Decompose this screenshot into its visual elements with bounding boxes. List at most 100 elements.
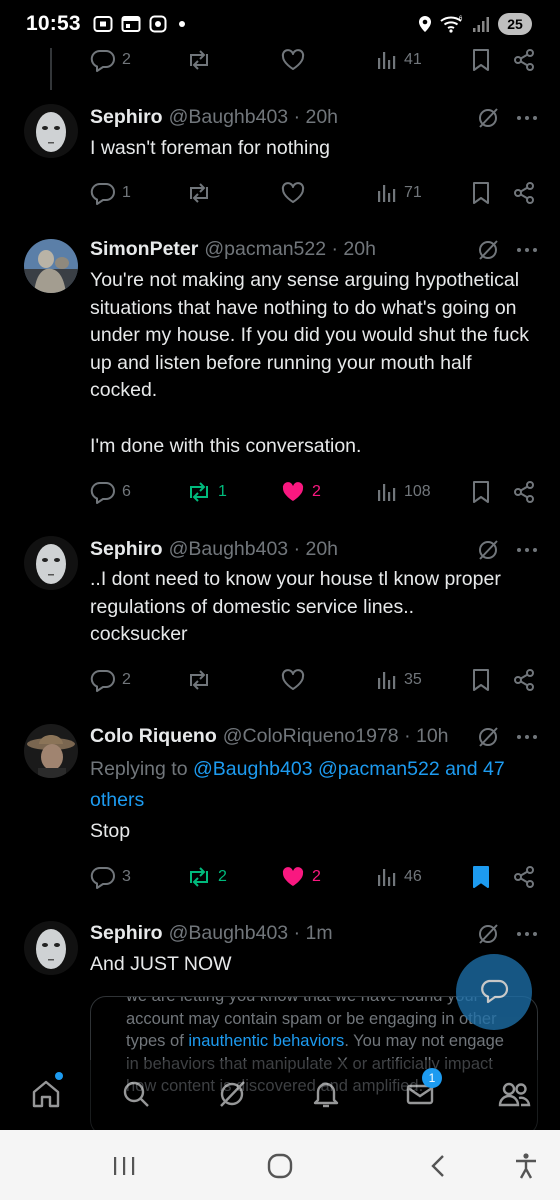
more-icon[interactable] (516, 238, 538, 262)
bookmark-button[interactable] (470, 665, 492, 695)
nav-search[interactable] (116, 1074, 156, 1114)
repost-button[interactable]: 1 (186, 477, 227, 507)
grok-icon[interactable] (476, 725, 500, 749)
author-handle-time[interactable]: @Baughb403 · 20h (169, 106, 338, 129)
views-button[interactable]: 46 (376, 862, 422, 892)
bookmark-button[interactable] (470, 862, 492, 892)
author-handle-time[interactable]: @Baughb403 · 20h (169, 538, 338, 561)
avatar[interactable] (24, 104, 78, 158)
views-button[interactable]: 71 (376, 178, 422, 208)
grok-icon[interactable] (476, 106, 500, 130)
mask-avatar-icon (24, 536, 78, 590)
more-icon[interactable] (516, 538, 538, 562)
tweet-actions: 6 1 2 108 (90, 477, 540, 507)
accessibility-icon (516, 1153, 536, 1179)
reply-count: 3 (122, 868, 131, 885)
author-name[interactable]: SimonPeter (90, 238, 198, 261)
people-icon (498, 1082, 531, 1107)
home-icon (32, 1080, 60, 1108)
like-button[interactable] (280, 178, 306, 208)
tweet-actions: 2 35 (90, 665, 540, 695)
grok-icon[interactable] (476, 238, 500, 262)
status-bar: 10:53 6 25 (0, 0, 560, 48)
bottom-navigation: 1 (0, 1060, 560, 1130)
author-name[interactable]: Colo Riqueno (90, 725, 217, 748)
nav-communities[interactable] (494, 1074, 534, 1114)
accessibility-button[interactable] (508, 1148, 544, 1184)
views-count: 41 (404, 51, 422, 68)
replying-to: Replying to @Baughb403 @pacman522 and 47… (90, 754, 540, 816)
repost-button[interactable]: 2 (186, 862, 227, 892)
reply-button[interactable]: 6 (90, 477, 131, 507)
bookmark-button[interactable] (470, 477, 492, 507)
back-button[interactable] (420, 1148, 456, 1184)
home-system-button[interactable] (262, 1148, 298, 1184)
reply-button[interactable]: 3 (90, 862, 131, 892)
share-button[interactable] (512, 665, 536, 695)
more-icon[interactable] (516, 106, 538, 130)
nav-grok[interactable] (212, 1074, 252, 1114)
reply-count: 6 (122, 483, 131, 500)
author-handle-time[interactable]: @Baughb403 · 1m (169, 922, 333, 945)
views-button[interactable]: 108 (376, 477, 431, 507)
avatar[interactable] (24, 724, 78, 778)
bookmark-button[interactable] (470, 178, 492, 208)
share-button[interactable] (512, 45, 536, 75)
compose-button[interactable] (456, 954, 532, 1030)
like-count: 2 (312, 483, 321, 500)
grok-icon[interactable] (476, 922, 500, 946)
like-button[interactable]: 2 (280, 862, 321, 892)
tweet-tools (476, 538, 538, 562)
reply-button[interactable]: 2 (90, 45, 131, 75)
app-icon (149, 15, 167, 33)
status-dot-icon (178, 21, 185, 27)
reply-count: 2 (122, 671, 131, 688)
tweet-text: ..I dont need to know your house tl know… (90, 568, 501, 646)
repost-button[interactable] (186, 665, 212, 695)
avatar[interactable] (24, 536, 78, 590)
more-icon[interactable] (516, 725, 538, 749)
avatar[interactable] (24, 921, 78, 975)
like-button[interactable] (280, 665, 306, 695)
nav-home[interactable] (26, 1074, 66, 1114)
status-right-icons: 6 25 (418, 13, 532, 35)
bookmark-icon (473, 866, 489, 888)
like-icon (281, 182, 305, 203)
recents-icon (114, 1157, 135, 1175)
grok-icon[interactable] (476, 538, 500, 562)
repost-button[interactable] (186, 178, 212, 208)
more-icon[interactable] (516, 922, 538, 946)
author-name[interactable]: Sephiro (90, 106, 163, 129)
bookmark-button[interactable] (470, 45, 492, 75)
calendar-icon (121, 16, 141, 32)
share-button[interactable] (512, 862, 536, 892)
avatar[interactable] (24, 239, 78, 293)
like-button[interactable] (280, 45, 306, 75)
repost-icon (190, 867, 208, 887)
reply-icon (90, 481, 115, 504)
like-button[interactable]: 2 (280, 477, 321, 507)
views-count: 108 (404, 483, 431, 500)
nav-notifications[interactable] (306, 1074, 346, 1114)
views-icon (378, 52, 396, 69)
views-button[interactable]: 35 (376, 665, 422, 695)
author-name[interactable]: Sephiro (90, 538, 163, 561)
reply-button[interactable]: 1 (90, 178, 131, 208)
views-icon (378, 484, 396, 501)
share-icon (514, 49, 534, 71)
author-handle-time[interactable]: @pacman522 · 20h (204, 238, 376, 261)
thread-line (50, 48, 52, 90)
battery-indicator: 25 (498, 13, 532, 35)
author-name[interactable]: Sephiro (90, 922, 163, 945)
home-unread-dot (55, 1072, 63, 1080)
repost-button[interactable] (186, 45, 212, 75)
views-button[interactable]: 41 (376, 45, 422, 75)
author-handle-time[interactable]: @ColoRiqueno1978 · 10h (223, 725, 449, 748)
notice-link[interactable]: inauthentic behaviors (188, 1032, 344, 1050)
share-button[interactable] (512, 178, 536, 208)
svg-text:6: 6 (459, 16, 463, 22)
reply-button[interactable]: 2 (90, 665, 131, 695)
share-button[interactable] (512, 477, 536, 507)
recents-button[interactable] (106, 1148, 142, 1184)
compose-icon (481, 979, 509, 1004)
